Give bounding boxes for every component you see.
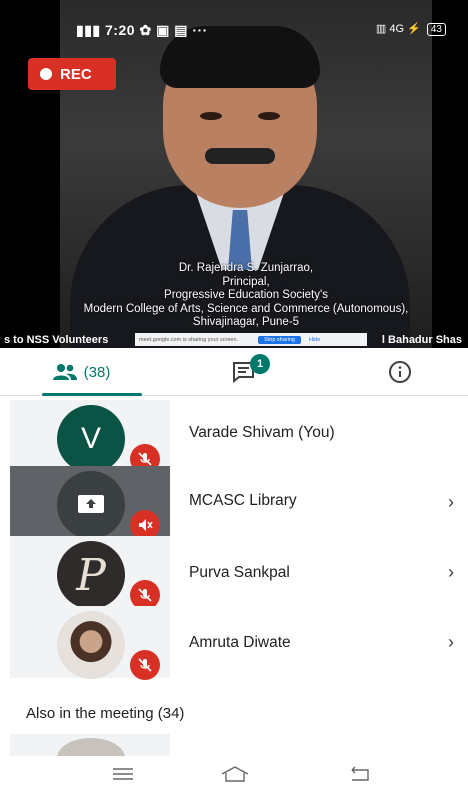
participant-name: MCASC Library xyxy=(189,492,297,509)
settings-icon: ✿ xyxy=(139,22,152,38)
participant-row[interactable]: MCASC Library › xyxy=(0,466,468,540)
facebook-icon: ▣ xyxy=(156,22,170,38)
avatar: V xyxy=(57,405,125,473)
caption-line: Dr. Rajendra S. Zunjarrao, xyxy=(178,262,314,274)
speaker-eye-left xyxy=(200,112,222,120)
avatar-initial: V xyxy=(80,422,101,455)
caption-line: Shivajinagar, Pune-5 xyxy=(192,316,300,328)
avatar-initial: P xyxy=(76,549,106,601)
video-caption: Dr. Rajendra S. Zunjarrao, Principal, Pr… xyxy=(60,262,432,330)
participant-tile[interactable] xyxy=(10,734,170,778)
participant-name: Amruta Diwate xyxy=(189,634,291,651)
record-dot-icon xyxy=(40,68,52,80)
home-icon[interactable] xyxy=(215,762,255,786)
people-icon xyxy=(52,364,77,380)
participant-tile: P xyxy=(10,536,170,610)
speaker-eye-right xyxy=(258,112,280,120)
chat-unread-badge: 1 xyxy=(250,354,270,374)
participant-row[interactable]: V Varade Shivam (You) xyxy=(0,400,468,474)
info-icon xyxy=(389,361,411,383)
recording-badge: REC xyxy=(28,58,116,90)
caption-line: Progressive Education Society's xyxy=(164,289,328,301)
chevron-right-icon[interactable]: › xyxy=(448,492,454,513)
participant-tile xyxy=(10,606,170,680)
speaker-mustache xyxy=(205,148,275,164)
share-message: meet.google.com is sharing your screen. xyxy=(139,336,239,343)
stop-sharing-button[interactable]: Stop sharing xyxy=(258,335,301,344)
tab-info[interactable] xyxy=(370,348,430,396)
back-icon[interactable] xyxy=(340,762,380,786)
hide-banner-button[interactable]: Hide xyxy=(309,337,320,343)
screen-share-banner: meet.google.com is sharing your screen. … xyxy=(135,333,367,346)
system-nav-bar xyxy=(0,756,468,791)
status-time: 7:20 xyxy=(105,22,136,38)
people-count: (38) xyxy=(83,363,111,381)
menu-icon[interactable] xyxy=(103,762,143,786)
chevron-right-icon[interactable]: › xyxy=(448,632,454,653)
tab-people[interactable]: (38) xyxy=(22,348,142,396)
ticker-left-text: s to NSS Volunteers xyxy=(4,334,109,346)
chevron-right-icon[interactable]: › xyxy=(448,562,454,583)
also-in-meeting-heading: Also in the meeting (34) xyxy=(26,705,185,722)
avatar: P xyxy=(57,541,125,609)
avatar xyxy=(57,611,125,679)
ticker-right-text: l Bahadur Shas xyxy=(381,334,462,346)
status-icons-right: ▥ 4G ⚡ 43 xyxy=(376,22,446,36)
avatar xyxy=(57,471,125,539)
screen-share-icon xyxy=(78,495,104,513)
main-video-feed[interactable]: ▮▮▮ 7:20 ✿ ▣ ▤ ··· ▥ 4G ⚡ 43 REC Dr. Raj… xyxy=(0,0,468,348)
panel-tabs: (38) 1 xyxy=(0,348,468,396)
participant-row[interactable]: P Purva Sankpal › xyxy=(0,536,468,610)
mic-off-icon xyxy=(130,650,160,680)
battery-level: 43 xyxy=(426,23,446,36)
status-bar: ▮▮▮ 7:20 ✿ ▣ ▤ ··· ▥ 4G ⚡ 43 xyxy=(0,0,468,39)
active-tab-indicator xyxy=(42,393,142,396)
status-time-group: ▮▮▮ 7:20 ✿ ▣ ▤ ··· xyxy=(76,22,208,39)
calendar-icon: ▤ xyxy=(174,22,188,38)
network-type: 4G xyxy=(389,23,405,35)
participant-row[interactable]: Amruta Diwate › xyxy=(0,606,468,680)
network-speed-icon: ▥ xyxy=(375,23,387,35)
tab-chat[interactable]: 1 xyxy=(205,348,285,396)
participant-tile xyxy=(10,466,170,540)
more-icon: ··· xyxy=(192,22,208,38)
recording-label: REC xyxy=(60,65,92,83)
charging-icon: ⚡ xyxy=(407,23,421,35)
signal-icon: ▮▮▮ xyxy=(76,22,101,38)
caption-line: Principal, xyxy=(222,275,270,288)
participant-tile: V xyxy=(10,400,170,474)
caption-line: Modern College of Arts, Science and Comm… xyxy=(83,302,409,315)
participant-name: Varade Shivam (You) xyxy=(189,424,335,441)
participant-name: Purva Sankpal xyxy=(189,564,290,581)
